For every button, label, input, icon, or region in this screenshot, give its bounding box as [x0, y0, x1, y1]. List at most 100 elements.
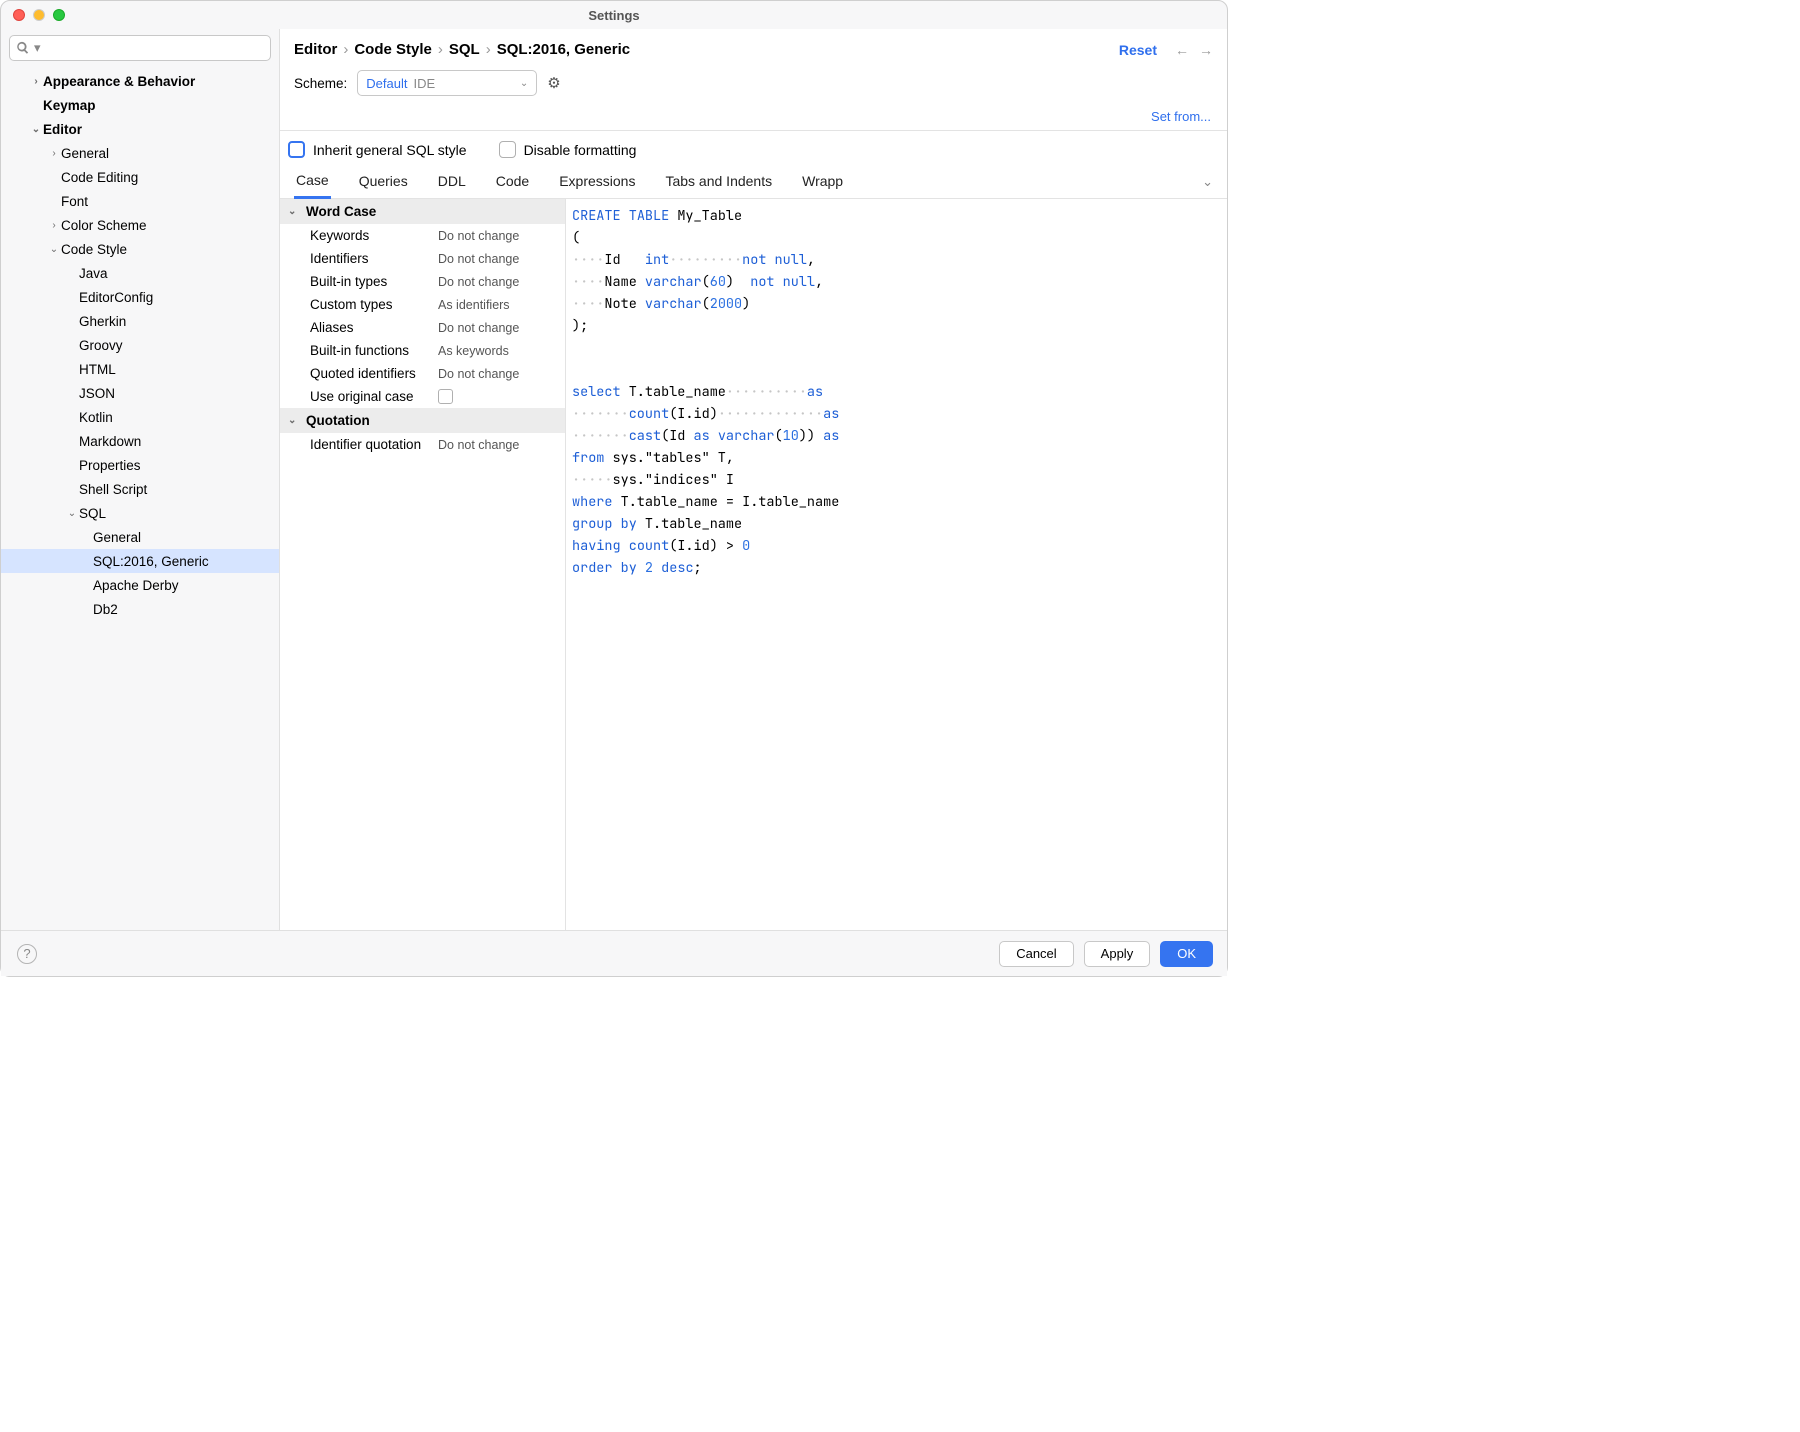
sidebar-item-editorconfig[interactable]: EditorConfig	[1, 285, 279, 309]
sidebar-item-properties[interactable]: Properties	[1, 453, 279, 477]
chevron-down-icon: ⌄	[29, 124, 43, 135]
setting-value: Do not change	[438, 275, 519, 289]
cancel-button[interactable]: Cancel	[999, 941, 1073, 967]
setting-value: Do not change	[438, 321, 519, 335]
setting-use-original-case[interactable]: Use original case	[280, 385, 565, 408]
window-controls	[13, 9, 65, 21]
sidebar-item-keymap[interactable]: Keymap	[1, 93, 279, 117]
sidebar-item-markdown[interactable]: Markdown	[1, 429, 279, 453]
back-icon[interactable]: ←	[1175, 42, 1189, 58]
close-icon[interactable]	[13, 9, 25, 21]
setting-identifier-quotation[interactable]: Identifier quotationDo not change	[280, 433, 565, 456]
inherit-label: Inherit general SQL style	[313, 142, 467, 158]
setting-identifiers[interactable]: IdentifiersDo not change	[280, 247, 565, 270]
checkbox-icon[interactable]	[438, 389, 453, 404]
reset-link[interactable]: Reset	[1119, 42, 1157, 58]
search-icon	[16, 41, 30, 55]
sidebar-item-editor[interactable]: ⌄Editor	[1, 117, 279, 141]
sidebar-item-label: Color Scheme	[61, 218, 147, 233]
setting-keywords[interactable]: KeywordsDo not change	[280, 224, 565, 247]
tab-queries[interactable]: Queries	[357, 167, 410, 197]
sidebar-item-apache-derby[interactable]: Apache Derby	[1, 573, 279, 597]
gear-icon[interactable]: ⚙	[547, 74, 560, 92]
minimize-icon[interactable]	[33, 9, 45, 21]
window-title: Settings	[1, 8, 1227, 23]
main-panel: Editor › Code Style › SQL › SQL:2016, Ge…	[280, 29, 1227, 930]
setting-quoted-identifiers[interactable]: Quoted identifiersDo not change	[280, 362, 565, 385]
sidebar-item-label: General	[61, 146, 109, 161]
setting-built-in-functions[interactable]: Built-in functionsAs keywords	[280, 339, 565, 362]
setting-custom-types[interactable]: Custom typesAs identifiers	[280, 293, 565, 316]
search-input[interactable]: ▾	[9, 35, 271, 61]
tabs: Case Queries DDL Code Expressions Tabs and In…	[280, 166, 1227, 199]
sidebar-item-code-editing[interactable]: Code Editing	[1, 165, 279, 189]
setting-built-in-types[interactable]: Built-in typesDo not change	[280, 270, 565, 293]
sidebar-item-java[interactable]: Java	[1, 261, 279, 285]
setting-label: Aliases	[310, 320, 438, 335]
sidebar-item-appearance-behavior[interactable]: ›Appearance & Behavior	[1, 69, 279, 93]
sidebar-item-db2[interactable]: Db2	[1, 597, 279, 621]
section-word-case[interactable]: ⌄Word Case	[280, 199, 565, 224]
sidebar-item-shell-script[interactable]: Shell Script	[1, 477, 279, 501]
sidebar-item-code-style[interactable]: ⌄Code Style	[1, 237, 279, 261]
sidebar-item-general[interactable]: General	[1, 525, 279, 549]
tab-tabs-and-indents[interactable]: Tabs and Indents	[663, 167, 774, 197]
scheme-select[interactable]: Default IDE ⌄	[357, 70, 537, 96]
apply-button[interactable]: Apply	[1084, 941, 1151, 967]
setting-aliases[interactable]: AliasesDo not change	[280, 316, 565, 339]
sidebar-item-label: Shell Script	[79, 482, 147, 497]
disable-formatting-checkbox[interactable]: Disable formatting	[499, 141, 637, 158]
sidebar-item-groovy[interactable]: Groovy	[1, 333, 279, 357]
crumb-code-style[interactable]: Code Style	[354, 41, 432, 58]
sidebar-item-html[interactable]: HTML	[1, 357, 279, 381]
setting-label: Built-in functions	[310, 343, 438, 358]
sidebar-item-json[interactable]: JSON	[1, 381, 279, 405]
tab-code[interactable]: Code	[494, 167, 531, 197]
scheme-value: Default	[366, 76, 407, 91]
search-caret: ▾	[34, 40, 41, 56]
tab-expressions[interactable]: Expressions	[557, 167, 637, 197]
sidebar-item-color-scheme[interactable]: ›Color Scheme	[1, 213, 279, 237]
tab-case[interactable]: Case	[294, 166, 331, 199]
maximize-icon[interactable]	[53, 9, 65, 21]
sidebar-item-label: Code Editing	[61, 170, 138, 185]
settings-tree: ›Appearance & BehaviorKeymap⌄Editor›Gene…	[1, 69, 279, 930]
forward-icon[interactable]: →	[1199, 42, 1213, 58]
setting-value: Do not change	[438, 229, 519, 243]
sidebar-item-label: Java	[79, 266, 108, 281]
sidebar-item-label: SQL	[79, 506, 106, 521]
sidebar-item-kotlin[interactable]: Kotlin	[1, 405, 279, 429]
section-quotation[interactable]: ⌄Quotation	[280, 408, 565, 433]
sidebar-item-label: HTML	[79, 362, 116, 377]
sidebar-item-sql-2016-generic[interactable]: SQL:2016, Generic	[1, 549, 279, 573]
chevron-right-icon: ›	[47, 148, 61, 159]
tab-ddl[interactable]: DDL	[436, 167, 468, 197]
set-from-link[interactable]: Set from...	[1151, 109, 1211, 124]
chevron-right-icon: ›	[29, 76, 43, 87]
sidebar-item-label: Code Style	[61, 242, 127, 257]
setting-label: Identifiers	[310, 251, 438, 266]
inherit-checkbox[interactable]: Inherit general SQL style	[288, 141, 467, 158]
sidebar-item-label: JSON	[79, 386, 115, 401]
tab-wrapp[interactable]: Wrapp	[800, 167, 845, 197]
sidebar: ▾ ›Appearance & BehaviorKeymap⌄Editor›Ge…	[1, 29, 280, 930]
sidebar-item-gherkin[interactable]: Gherkin	[1, 309, 279, 333]
scheme-label: Scheme:	[294, 76, 347, 91]
help-icon[interactable]: ?	[17, 944, 37, 964]
setting-value: As identifiers	[438, 298, 510, 312]
setting-value: Do not change	[438, 438, 519, 452]
chevron-right-icon: ›	[438, 41, 443, 58]
sidebar-item-sql[interactable]: ⌄SQL	[1, 501, 279, 525]
scheme-scope: IDE	[413, 76, 435, 91]
tabs-more-icon[interactable]: ⌄	[1202, 174, 1213, 190]
chevron-down-icon: ⌄	[47, 244, 61, 255]
crumb-sql[interactable]: SQL	[449, 41, 480, 58]
sidebar-item-font[interactable]: Font	[1, 189, 279, 213]
setting-value: As keywords	[438, 344, 509, 358]
sidebar-item-label: Properties	[79, 458, 141, 473]
sidebar-item-general[interactable]: ›General	[1, 141, 279, 165]
sidebar-item-label: Apache Derby	[93, 578, 179, 593]
footer: ? Cancel Apply OK	[1, 930, 1227, 976]
ok-button[interactable]: OK	[1160, 941, 1213, 967]
crumb-editor[interactable]: Editor	[294, 41, 337, 58]
